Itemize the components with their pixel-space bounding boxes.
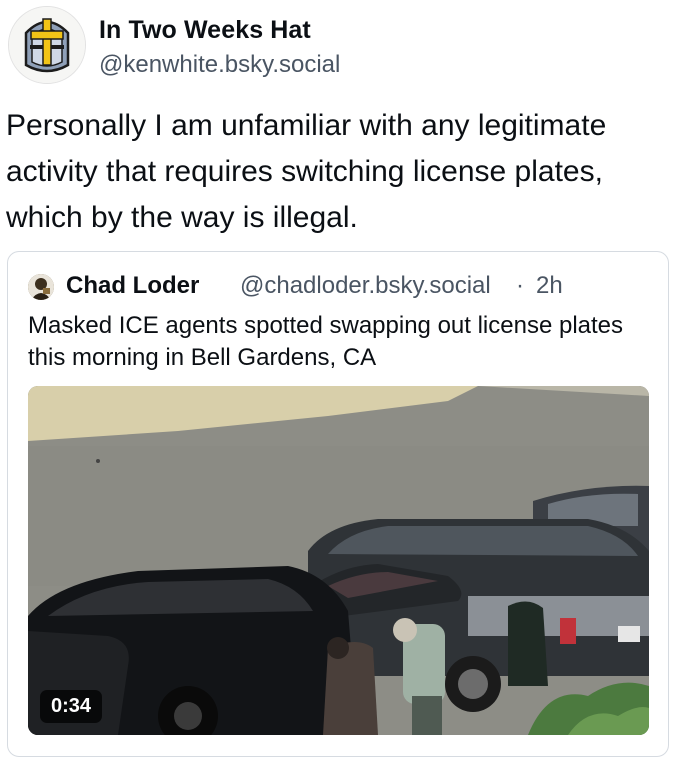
video-player[interactable]: 0:34 <box>28 386 649 735</box>
quoted-author-handle[interactable]: @chadloder.bsky.social <box>240 272 491 300</box>
author-name[interactable]: In Two Weeks Hat <box>99 16 311 45</box>
quoted-author-avatar[interactable] <box>28 274 54 300</box>
helmet-cross-avatar-icon <box>9 7 85 83</box>
post-text: Personally I am unfamiliar with any legi… <box>6 109 607 234</box>
quoted-post-card[interactable]: Chad Loder @chadloder.bsky.social · 2h M… <box>7 251 669 757</box>
separator-dot: · <box>516 272 524 299</box>
quoted-post-header: Chad Loder @chadloder.bsky.social · 2h <box>28 272 648 302</box>
portrait-avatar-icon <box>28 274 54 300</box>
author-avatar[interactable] <box>8 6 86 84</box>
post-header: In Two Weeks Hat @kenwhite.bsky.social <box>8 6 608 86</box>
quoted-post-text: Masked ICE agents spotted swapping out l… <box>28 312 624 371</box>
author-handle[interactable]: @kenwhite.bsky.social <box>99 51 340 79</box>
quoted-post-time[interactable]: 2h <box>536 272 563 300</box>
video-duration-badge: 0:34 <box>40 690 103 723</box>
quoted-author-name[interactable]: Chad Loder <box>66 272 199 300</box>
video-thumbnail <box>28 386 649 735</box>
